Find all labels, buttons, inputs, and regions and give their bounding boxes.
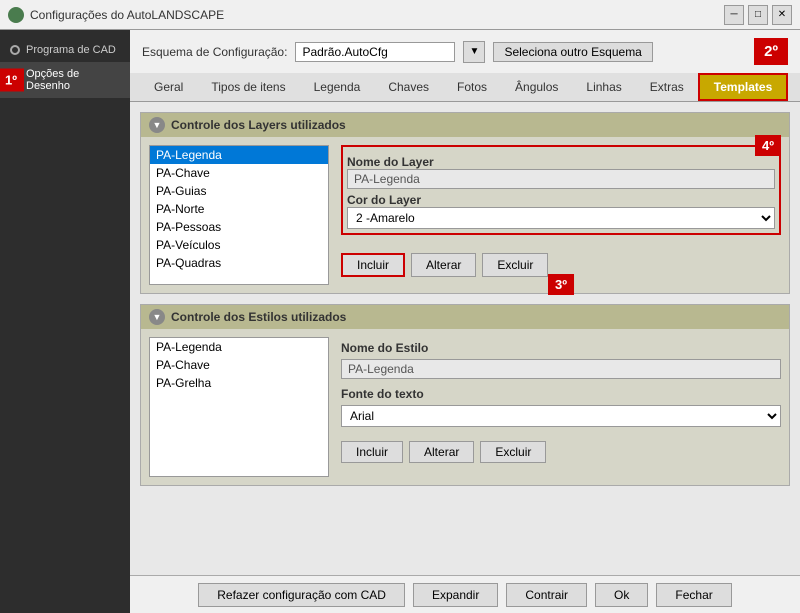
styles-form: Nome do Estilo Fonte do texto Arial Incl… bbox=[341, 337, 781, 477]
main-container: Programa de CAD Opções de Desenho 1º Esq… bbox=[0, 30, 800, 613]
styles-body: PA-Legenda PA-Chave PA-Grelha Nome do Es… bbox=[141, 329, 789, 485]
list-item[interactable]: PA-Pessoas bbox=[150, 218, 328, 236]
layers-collapse-btn[interactable]: ▼ bbox=[149, 117, 165, 133]
select-scheme-button[interactable]: Seleciona outro Esquema bbox=[493, 42, 652, 62]
tab-chaves[interactable]: Chaves bbox=[374, 73, 443, 101]
close-button[interactable]: ✕ bbox=[772, 5, 792, 25]
list-item[interactable]: PA-Quadras bbox=[150, 254, 328, 272]
layer-color-label: Cor do Layer bbox=[347, 193, 775, 207]
layer-name-input[interactable] bbox=[347, 169, 775, 189]
badge-1: 1º bbox=[0, 69, 24, 92]
tab-templates[interactable]: Templates bbox=[698, 73, 788, 101]
contrair-button[interactable]: Contrair bbox=[506, 583, 587, 607]
refazer-button[interactable]: Refazer configuração com CAD bbox=[198, 583, 405, 607]
list-item[interactable]: PA-Grelha bbox=[150, 374, 328, 392]
style-name-input[interactable] bbox=[341, 359, 781, 379]
layers-header: ▼ Controle dos Layers utilizados bbox=[141, 113, 789, 137]
layers-section: ▼ Controle dos Layers utilizados PA-Lege… bbox=[140, 112, 790, 294]
minimize-button[interactable]: ─ bbox=[724, 5, 744, 25]
list-item[interactable]: PA-Norte bbox=[150, 200, 328, 218]
styles-buttons: Incluir Alterar Excluir bbox=[341, 441, 781, 463]
layers-include-button[interactable]: Incluir bbox=[341, 253, 405, 277]
list-item[interactable]: PA-Chave bbox=[150, 356, 328, 374]
expandir-button[interactable]: Expandir bbox=[413, 583, 498, 607]
layer-name-label: Nome do Layer bbox=[347, 155, 775, 169]
radio-cad bbox=[10, 45, 20, 55]
styles-header: ▼ Controle dos Estilos utilizados bbox=[141, 305, 789, 329]
list-item[interactable]: PA-Veículos bbox=[150, 236, 328, 254]
scheme-dropdown-btn[interactable]: ▼ bbox=[463, 41, 485, 63]
tab-geral[interactable]: Geral bbox=[140, 73, 197, 101]
list-item[interactable]: PA-Guias bbox=[150, 182, 328, 200]
tab-extras[interactable]: Extras bbox=[636, 73, 698, 101]
style-name-label: Nome do Estilo bbox=[341, 341, 781, 355]
list-item[interactable]: PA-Legenda bbox=[150, 338, 328, 356]
ok-button[interactable]: Ok bbox=[595, 583, 648, 607]
scheme-label: Esquema de Configuração: bbox=[142, 45, 287, 59]
layer-color-select[interactable]: 2 -Amarelo bbox=[347, 207, 775, 229]
sidebar-item-desenho[interactable]: Opções de Desenho 1º bbox=[0, 62, 130, 98]
sidebar-label-desenho: Opções de Desenho bbox=[26, 68, 120, 92]
scheme-input[interactable] bbox=[295, 42, 455, 62]
styles-list[interactable]: PA-Legenda PA-Chave PA-Grelha bbox=[149, 337, 329, 477]
tabs-row: Geral Tipos de itens Legenda Chaves Foto… bbox=[130, 73, 800, 102]
content-area: Esquema de Configuração: ▼ Seleciona out… bbox=[130, 30, 800, 613]
styles-alter-button[interactable]: Alterar bbox=[409, 441, 474, 463]
layers-alter-button[interactable]: Alterar bbox=[411, 253, 476, 277]
list-item[interactable]: PA-Chave bbox=[150, 164, 328, 182]
layers-title: Controle dos Layers utilizados bbox=[171, 118, 346, 132]
styles-section: ▼ Controle dos Estilos utilizados PA-Leg… bbox=[140, 304, 790, 486]
sidebar-item-cad[interactable]: Programa de CAD bbox=[0, 38, 130, 62]
layers-body: PA-Legenda PA-Chave PA-Guias PA-Norte PA… bbox=[141, 137, 789, 293]
header-row: Esquema de Configuração: ▼ Seleciona out… bbox=[130, 30, 800, 73]
title-bar: Configurações do AutoLANDSCAPE ─ □ ✕ bbox=[0, 0, 800, 30]
styles-include-button[interactable]: Incluir bbox=[341, 441, 403, 463]
layers-list[interactable]: PA-Legenda PA-Chave PA-Guias PA-Norte PA… bbox=[149, 145, 329, 285]
maximize-button[interactable]: □ bbox=[748, 5, 768, 25]
sidebar-label-cad: Programa de CAD bbox=[26, 44, 116, 56]
fechar-button[interactable]: Fechar bbox=[656, 583, 731, 607]
badge-4: 4º bbox=[755, 135, 781, 156]
tab-linhas[interactable]: Linhas bbox=[572, 73, 635, 101]
layers-exclude-button[interactable]: Excluir bbox=[482, 253, 548, 277]
tab-angulos[interactable]: Ângulos bbox=[501, 73, 572, 101]
tab-legenda[interactable]: Legenda bbox=[300, 73, 375, 101]
app-icon bbox=[8, 7, 24, 23]
list-item[interactable]: PA-Legenda bbox=[150, 146, 328, 164]
style-font-select[interactable]: Arial bbox=[341, 405, 781, 427]
tab-fotos[interactable]: Fotos bbox=[443, 73, 501, 101]
tab-tipos-itens[interactable]: Tipos de itens bbox=[197, 73, 299, 101]
panels-area: ▼ Controle dos Layers utilizados PA-Lege… bbox=[130, 102, 800, 575]
styles-exclude-button[interactable]: Excluir bbox=[480, 441, 546, 463]
sidebar: Programa de CAD Opções de Desenho 1º bbox=[0, 30, 130, 613]
style-font-label: Fonte do texto bbox=[341, 387, 781, 401]
window-controls: ─ □ ✕ bbox=[724, 5, 792, 25]
styles-title: Controle dos Estilos utilizados bbox=[171, 310, 346, 324]
badge-3: 3º bbox=[548, 274, 574, 295]
layers-form: 4º Nome do Layer Cor do Layer 2 -Amarelo… bbox=[341, 145, 781, 285]
window-title: Configurações do AutoLANDSCAPE bbox=[30, 8, 224, 22]
styles-collapse-btn[interactable]: ▼ bbox=[149, 309, 165, 325]
bottom-bar: Refazer configuração com CAD Expandir Co… bbox=[130, 575, 800, 613]
badge-2: 2º bbox=[754, 38, 788, 65]
